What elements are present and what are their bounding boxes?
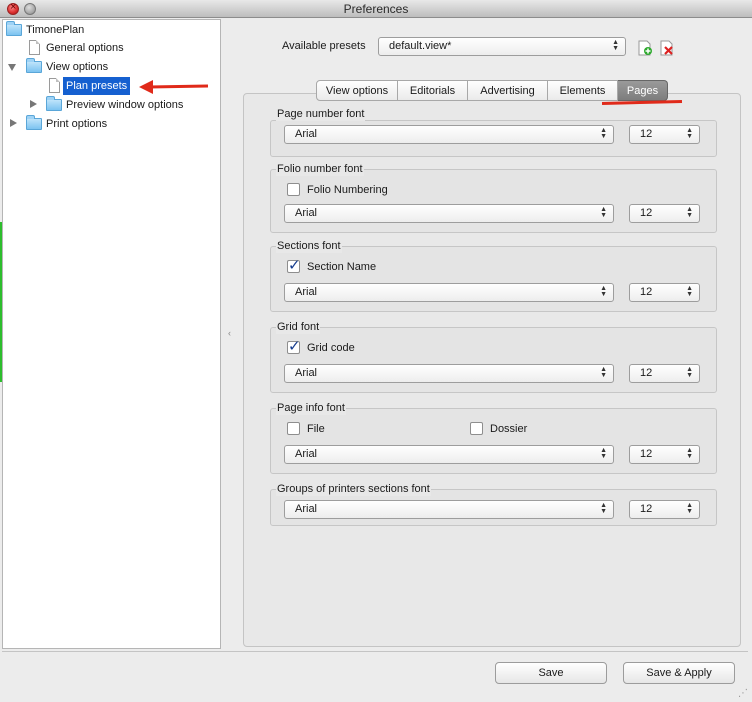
tree-item-view-options[interactable]: View options [5,58,205,76]
updown-arrows-icon: ▲ ▼ [686,206,693,219]
updown-arrows-icon: ▲ ▼ [600,447,607,460]
grid-font-dropdown[interactable]: Arial ▲ ▼ [284,364,614,383]
updown-arrows-icon: ▲ ▼ [686,127,693,140]
tree-item-label-selected: Plan presets [63,77,131,95]
grid-font-group [270,327,717,393]
presets-dropdown-value: default.view* [389,40,452,52]
folder-icon [6,21,22,36]
tree-item-label: General options [46,42,124,54]
resize-grip-icon[interactable]: ⋰ [738,688,748,699]
splitter-handle[interactable]: ‹ [228,328,231,338]
page-info-size-dropdown[interactable]: 12 ▲ ▼ [629,445,700,464]
updown-arrows-icon: ▲ ▼ [686,447,693,460]
delete-preset-icon[interactable] [660,40,674,56]
sections-font-dropdown[interactable]: Arial ▲ ▼ [284,283,614,302]
size-value: 12 [640,207,653,219]
collapse-arrow-icon[interactable] [10,119,17,127]
tab-elements[interactable]: Elements [548,80,618,101]
available-presets-label: Available presets [282,40,366,52]
checkbox-label: Grid code [307,342,355,354]
section-name-checkbox[interactable] [287,256,301,274]
presets-dropdown[interactable]: default.view* ▲ ▼ [378,37,626,56]
printers-sections-font-dropdown[interactable]: Arial ▲ ▼ [284,500,614,519]
sections-size-dropdown[interactable]: 12 ▲ ▼ [629,283,700,302]
page-info-font-group [270,408,717,474]
folio-number-size-dropdown[interactable]: 12 ▲ ▼ [629,204,700,223]
updown-arrows-icon: ▲ ▼ [600,502,607,515]
tree-item-label: Print options [46,118,108,130]
tree-item-general-options[interactable]: General options [5,39,205,57]
tree-item-label: View options [46,61,109,73]
save-and-apply-button[interactable]: Save & Apply [623,662,735,684]
checkbox-label: Section Name [307,261,377,273]
page-number-font-dropdown[interactable]: Arial ▲ ▼ [284,125,614,144]
folder-icon [46,96,62,111]
expand-arrow-icon[interactable] [8,64,16,71]
updown-arrows-icon: ▲ ▼ [600,285,607,298]
checkbox-label: Dossier [490,423,528,435]
size-value: 12 [640,286,653,298]
document-icon [49,78,60,93]
tree-item-label: Preview window options [66,99,184,111]
window-title: Preferences [343,2,409,16]
updown-arrows-icon: ▲ ▼ [600,206,607,219]
group-title: Grid font [276,321,321,334]
updown-arrows-icon: ▲ ▼ [686,366,693,379]
updown-arrows-icon: ▲ ▼ [600,366,607,379]
sections-font-group [270,246,717,312]
folio-numbering-checkbox[interactable] [287,183,300,196]
folio-number-font-group [270,169,717,233]
group-title: Folio number font [276,163,364,176]
tab-view-options[interactable]: View options [316,80,398,101]
file-checkbox[interactable] [287,422,300,435]
page-info-font-dropdown[interactable]: Arial ▲ ▼ [284,445,614,464]
add-preset-icon[interactable] [638,40,652,56]
red-arrow-annotation [139,80,209,94]
font-value: Arial [295,503,318,515]
tab-advertising[interactable]: Advertising [468,80,548,101]
group-title: Page info font [276,402,346,415]
size-value: 12 [640,367,653,379]
tree-item-label: TimonePlan [26,24,85,36]
dossier-checkbox[interactable] [470,422,483,435]
page-number-size-dropdown[interactable]: 12 ▲ ▼ [629,125,700,144]
tree-item-timoneplan[interactable]: TimonePlan [5,21,205,39]
minimize-window-button[interactable] [24,3,36,15]
tree-item-print-options[interactable]: Print options [5,115,205,133]
group-title: Page number font [276,108,366,121]
size-value: 12 [640,128,653,140]
grid-code-checkbox[interactable] [287,337,301,355]
grid-size-dropdown[interactable]: 12 ▲ ▼ [629,364,700,383]
checkbox-label: File [307,423,325,435]
updown-arrows-icon: ▲ ▼ [600,127,607,140]
collapse-arrow-icon[interactable] [30,100,37,108]
group-title: Groups of printers sections font [276,483,431,496]
options-tree[interactable]: TimonePlan General options View options … [2,19,221,649]
tab-pages[interactable]: Pages [618,80,668,101]
updown-arrows-icon: ▲ ▼ [612,39,619,52]
window-title-bar: Preferences [0,0,752,18]
folder-icon [26,58,42,73]
font-value: Arial [295,286,318,298]
checkbox-label: Folio Numbering [307,184,388,196]
updown-arrows-icon: ▲ ▼ [686,502,693,515]
size-value: 12 [640,448,653,460]
printers-sections-size-dropdown[interactable]: 12 ▲ ▼ [629,500,700,519]
font-value: Arial [295,448,318,460]
group-title: Sections font [276,240,342,253]
document-icon [29,40,40,55]
tree-item-preview-window-options[interactable]: Preview window options [5,96,215,114]
font-value: Arial [295,367,318,379]
save-button[interactable]: Save [495,662,607,684]
size-value: 12 [640,503,653,515]
folder-icon [26,115,42,130]
close-window-button[interactable] [7,1,19,15]
font-value: Arial [295,128,318,140]
font-value: Arial [295,207,318,219]
tab-editorials[interactable]: Editorials [398,80,468,101]
folio-number-font-dropdown[interactable]: Arial ▲ ▼ [284,204,614,223]
updown-arrows-icon: ▲ ▼ [686,285,693,298]
